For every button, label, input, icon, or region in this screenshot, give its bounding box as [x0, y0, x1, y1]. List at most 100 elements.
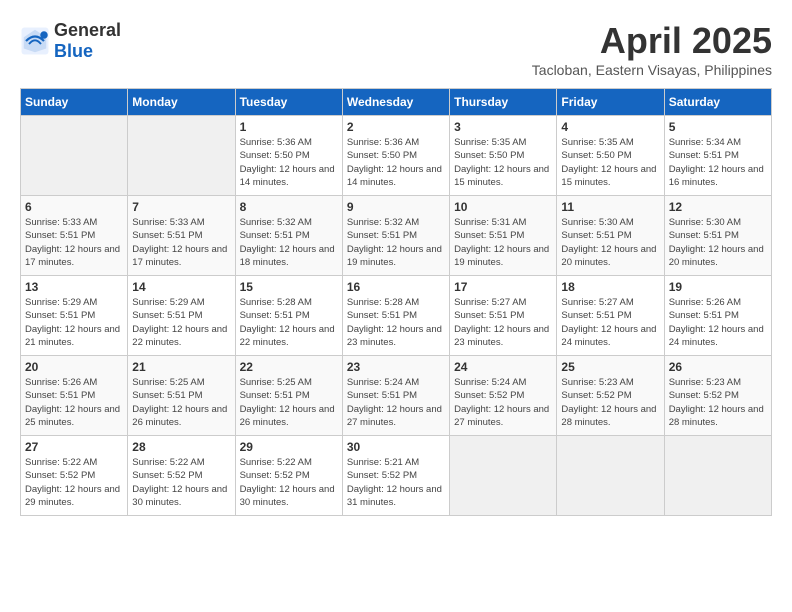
- day-info: Sunrise: 5:30 AMSunset: 5:51 PMDaylight:…: [561, 216, 659, 269]
- day-info: Sunrise: 5:25 AMSunset: 5:51 PMDaylight:…: [132, 376, 230, 429]
- calendar-cell: 29 Sunrise: 5:22 AMSunset: 5:52 PMDayligh…: [235, 436, 342, 516]
- day-info: Sunrise: 5:30 AMSunset: 5:51 PMDaylight:…: [669, 216, 767, 269]
- weekday-header-friday: Friday: [557, 89, 664, 116]
- day-number: 16: [347, 280, 445, 294]
- day-info: Sunrise: 5:22 AMSunset: 5:52 PMDaylight:…: [132, 456, 230, 509]
- calendar-cell: 22 Sunrise: 5:25 AMSunset: 5:51 PMDayligh…: [235, 356, 342, 436]
- day-info: Sunrise: 5:36 AMSunset: 5:50 PMDaylight:…: [240, 136, 338, 189]
- calendar-cell: 20 Sunrise: 5:26 AMSunset: 5:51 PMDayligh…: [21, 356, 128, 436]
- day-info: Sunrise: 5:28 AMSunset: 5:51 PMDaylight:…: [240, 296, 338, 349]
- calendar-week-3: 13Sunrise: 5:29 AMSunset: 5:51 PMDayligh…: [21, 276, 772, 356]
- day-number: 30: [347, 440, 445, 454]
- calendar-cell: 1 Sunrise: 5:36 AMSunset: 5:50 PMDaylight…: [235, 116, 342, 196]
- day-number: 3: [454, 120, 552, 134]
- logo-general: General: [54, 20, 121, 40]
- calendar-cell: 16 Sunrise: 5:28 AMSunset: 5:51 PMDayligh…: [342, 276, 449, 356]
- day-number: 28: [132, 440, 230, 454]
- day-number: 4: [561, 120, 659, 134]
- day-number: 6: [25, 200, 123, 214]
- day-info: Sunrise: 5:24 AMSunset: 5:51 PMDaylight:…: [347, 376, 445, 429]
- day-number: 8: [240, 200, 338, 214]
- day-number: 24: [454, 360, 552, 374]
- day-number: 11: [561, 200, 659, 214]
- month-title: April 2025: [532, 20, 772, 62]
- day-number: 19: [669, 280, 767, 294]
- calendar-cell: 14 Sunrise: 5:29 AMSunset: 5:51 PMDayligh…: [128, 276, 235, 356]
- calendar-cell: 8Sunrise: 5:32 AMSunset: 5:51 PMDaylight…: [235, 196, 342, 276]
- day-info: Sunrise: 5:35 AMSunset: 5:50 PMDaylight:…: [561, 136, 659, 189]
- day-number: 10: [454, 200, 552, 214]
- calendar-cell: 25 Sunrise: 5:23 AMSunset: 5:52 PMDayligh…: [557, 356, 664, 436]
- calendar-cell: 17Sunrise: 5:27 AMSunset: 5:51 PMDayligh…: [450, 276, 557, 356]
- day-info: Sunrise: 5:25 AMSunset: 5:51 PMDaylight:…: [240, 376, 338, 429]
- calendar-cell: [450, 436, 557, 516]
- calendar-cell: 26 Sunrise: 5:23 AMSunset: 5:52 PMDayligh…: [664, 356, 771, 436]
- day-number: 1: [240, 120, 338, 134]
- weekday-header-thursday: Thursday: [450, 89, 557, 116]
- calendar-cell: 23 Sunrise: 5:24 AMSunset: 5:51 PMDayligh…: [342, 356, 449, 436]
- day-info: Sunrise: 5:33 AMSunset: 5:51 PMDaylight:…: [132, 216, 230, 269]
- day-info: Sunrise: 5:34 AMSunset: 5:51 PMDaylight:…: [669, 136, 767, 189]
- day-info: Sunrise: 5:31 AMSunset: 5:51 PMDaylight:…: [454, 216, 552, 269]
- day-number: 29: [240, 440, 338, 454]
- calendar-cell: 9 Sunrise: 5:32 AMSunset: 5:51 PMDaylight…: [342, 196, 449, 276]
- day-number: 27: [25, 440, 123, 454]
- day-info: Sunrise: 5:22 AMSunset: 5:52 PMDaylight:…: [240, 456, 338, 509]
- day-number: 17: [454, 280, 552, 294]
- calendar-cell: 10 Sunrise: 5:31 AMSunset: 5:51 PMDayligh…: [450, 196, 557, 276]
- day-number: 15: [240, 280, 338, 294]
- weekday-header-monday: Monday: [128, 89, 235, 116]
- logo-blue: Blue: [54, 41, 93, 61]
- calendar-week-1: 1 Sunrise: 5:36 AMSunset: 5:50 PMDaylight…: [21, 116, 772, 196]
- calendar-cell: [128, 116, 235, 196]
- day-info: Sunrise: 5:23 AMSunset: 5:52 PMDaylight:…: [669, 376, 767, 429]
- location-title: Tacloban, Eastern Visayas, Philippines: [532, 62, 772, 78]
- calendar-cell: 28 Sunrise: 5:22 AMSunset: 5:52 PMDayligh…: [128, 436, 235, 516]
- day-number: 12: [669, 200, 767, 214]
- calendar-cell: 7 Sunrise: 5:33 AMSunset: 5:51 PMDaylight…: [128, 196, 235, 276]
- calendar-cell: [664, 436, 771, 516]
- weekday-header-row: SundayMondayTuesdayWednesdayThursdayFrid…: [21, 89, 772, 116]
- calendar-cell: 12 Sunrise: 5:30 AMSunset: 5:51 PMDayligh…: [664, 196, 771, 276]
- calendar-cell: 30 Sunrise: 5:21 AMSunset: 5:52 PMDayligh…: [342, 436, 449, 516]
- day-number: 23: [347, 360, 445, 374]
- calendar-cell: 4 Sunrise: 5:35 AMSunset: 5:50 PMDaylight…: [557, 116, 664, 196]
- day-info: Sunrise: 5:23 AMSunset: 5:52 PMDaylight:…: [561, 376, 659, 429]
- calendar-cell: 27 Sunrise: 5:22 AMSunset: 5:52 PMDayligh…: [21, 436, 128, 516]
- calendar-week-2: 6 Sunrise: 5:33 AMSunset: 5:51 PMDaylight…: [21, 196, 772, 276]
- calendar-cell: [21, 116, 128, 196]
- calendar-cell: 11 Sunrise: 5:30 AMSunset: 5:51 PMDayligh…: [557, 196, 664, 276]
- day-number: 7: [132, 200, 230, 214]
- day-number: 14: [132, 280, 230, 294]
- day-info: Sunrise: 5:26 AMSunset: 5:51 PMDaylight:…: [25, 376, 123, 429]
- day-number: 20: [25, 360, 123, 374]
- calendar-cell: 3 Sunrise: 5:35 AMSunset: 5:50 PMDaylight…: [450, 116, 557, 196]
- day-number: 9: [347, 200, 445, 214]
- calendar-cell: 15 Sunrise: 5:28 AMSunset: 5:51 PMDayligh…: [235, 276, 342, 356]
- day-info: Sunrise: 5:29 AMSunset: 5:51 PMDaylight:…: [132, 296, 230, 349]
- day-info: Sunrise: 5:27 AMSunset: 5:51 PMDaylight:…: [561, 296, 659, 349]
- day-number: 25: [561, 360, 659, 374]
- day-info: Sunrise: 5:28 AMSunset: 5:51 PMDaylight:…: [347, 296, 445, 349]
- logo-icon: [20, 26, 50, 56]
- calendar-cell: 19Sunrise: 5:26 AMSunset: 5:51 PMDayligh…: [664, 276, 771, 356]
- day-number: 21: [132, 360, 230, 374]
- day-number: 18: [561, 280, 659, 294]
- weekday-header-tuesday: Tuesday: [235, 89, 342, 116]
- day-info: Sunrise: 5:24 AMSunset: 5:52 PMDaylight:…: [454, 376, 552, 429]
- calendar-cell: 5Sunrise: 5:34 AMSunset: 5:51 PMDaylight…: [664, 116, 771, 196]
- calendar-cell: 21 Sunrise: 5:25 AMSunset: 5:51 PMDayligh…: [128, 356, 235, 436]
- day-info: Sunrise: 5:21 AMSunset: 5:52 PMDaylight:…: [347, 456, 445, 509]
- day-number: 26: [669, 360, 767, 374]
- day-number: 22: [240, 360, 338, 374]
- day-info: Sunrise: 5:36 AMSunset: 5:50 PMDaylight:…: [347, 136, 445, 189]
- day-info: Sunrise: 5:22 AMSunset: 5:52 PMDaylight:…: [25, 456, 123, 509]
- day-info: Sunrise: 5:32 AMSunset: 5:51 PMDaylight:…: [347, 216, 445, 269]
- day-info: Sunrise: 5:35 AMSunset: 5:50 PMDaylight:…: [454, 136, 552, 189]
- title-area: April 2025 Tacloban, Eastern Visayas, Ph…: [532, 20, 772, 78]
- calendar-cell: 18 Sunrise: 5:27 AMSunset: 5:51 PMDayligh…: [557, 276, 664, 356]
- calendar-cell: 6Sunrise: 5:33 AMSunset: 5:51 PMDaylight…: [21, 196, 128, 276]
- calendar-table: SundayMondayTuesdayWednesdayThursdayFrid…: [20, 88, 772, 516]
- page-header: General Blue April 2025 Tacloban, Easter…: [20, 20, 772, 78]
- logo: General Blue: [20, 20, 121, 62]
